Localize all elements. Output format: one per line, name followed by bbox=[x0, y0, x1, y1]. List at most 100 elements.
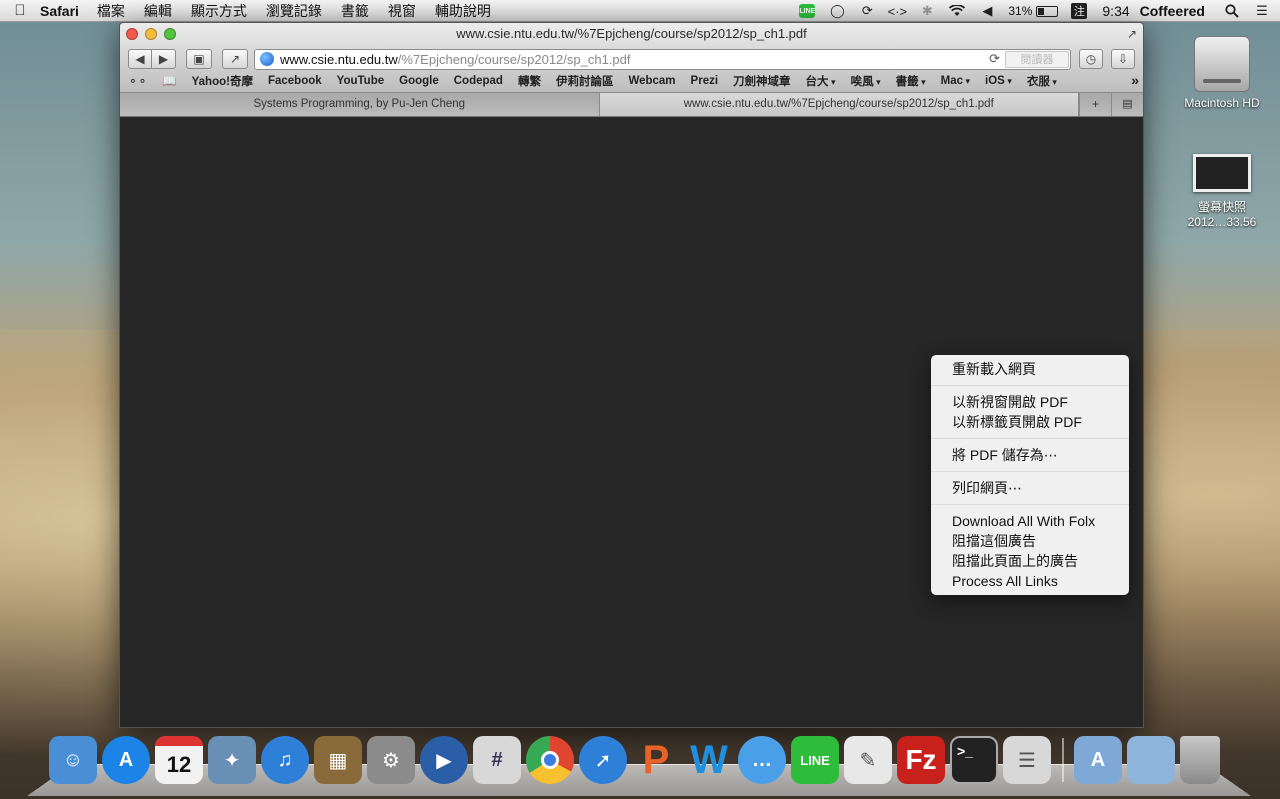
macintosh-hd[interactable]: Macintosh HD bbox=[1176, 36, 1268, 110]
bookmark-item[interactable]: Webcam bbox=[628, 75, 675, 87]
bookmark-item[interactable]: Prezi bbox=[691, 75, 719, 87]
battery-icon bbox=[1036, 5, 1059, 17]
notes-icon[interactable]: ☰ bbox=[1003, 736, 1051, 784]
bookmark-item[interactable]: Codepad bbox=[454, 75, 503, 87]
bookmark-folder[interactable]: iOS bbox=[985, 75, 1012, 87]
bookmark-item[interactable]: Google bbox=[399, 75, 439, 87]
share-button[interactable]: ↗ bbox=[222, 49, 248, 69]
new-tab-button[interactable]: + bbox=[1079, 93, 1111, 116]
menu-separator bbox=[931, 471, 1129, 472]
user-menu[interactable]: Coffeered bbox=[1140, 3, 1205, 19]
documents-folder-icon[interactable] bbox=[1127, 736, 1175, 784]
macintosh-hd-label: Macintosh HD bbox=[1184, 96, 1260, 110]
menu-block-ads-on-page[interactable]: 阻擋此頁面上的廣告 bbox=[931, 551, 1129, 571]
bookmark-folder[interactable]: Mac bbox=[941, 75, 970, 87]
desktop-screenshot-file[interactable]: 螢幕快照 2012…33.56 bbox=[1176, 154, 1268, 229]
bookmark-folder[interactable]: 唉風 bbox=[851, 73, 881, 89]
calendar-icon[interactable]: 12 bbox=[155, 736, 203, 784]
spotlight-search-icon[interactable] bbox=[1224, 3, 1240, 19]
reading-list-icon[interactable]: ⚬⚬ bbox=[128, 74, 147, 88]
messages-icon[interactable]: … bbox=[738, 736, 786, 784]
itunes-icon[interactable]: ♫ bbox=[261, 736, 309, 784]
safari-icon[interactable]: ➚ bbox=[579, 736, 627, 784]
tab-list-button[interactable]: ▤ bbox=[1111, 93, 1143, 116]
menu-view[interactable]: 顯示方式 bbox=[191, 1, 247, 21]
finder-icon[interactable]: ☺ bbox=[49, 736, 97, 784]
chrome-icon[interactable] bbox=[526, 736, 574, 784]
powerpoint-icon[interactable]: P bbox=[632, 736, 680, 784]
bookmark-item[interactable]: 伊莉討論區 bbox=[556, 73, 614, 89]
bookmark-item[interactable]: 轉繁 bbox=[518, 73, 541, 89]
system-preferences-icon[interactable]: ⚙ bbox=[367, 736, 415, 784]
bookmark-folder[interactable]: 書籤 bbox=[896, 73, 926, 89]
back-forward-group: ◀ ▶ bbox=[128, 49, 176, 69]
reader-button[interactable]: 閱讀器 bbox=[1005, 50, 1069, 68]
input-method-icon[interactable]: 注 bbox=[1071, 3, 1088, 19]
bookmark-item[interactable]: YouTube bbox=[337, 75, 384, 87]
word-icon[interactable]: W bbox=[685, 736, 733, 784]
downloads-button[interactable]: ⇩ bbox=[1111, 49, 1135, 69]
app-store-icon[interactable]: A bbox=[102, 736, 150, 784]
menu-window[interactable]: 視窗 bbox=[388, 1, 416, 21]
menu-history[interactable]: 瀏覽記錄 bbox=[266, 1, 322, 21]
battery-status[interactable]: 31% bbox=[1008, 4, 1059, 18]
url-path: /%7Epjcheng/course/sp2012/sp_ch1.pdf bbox=[397, 51, 631, 67]
bookmarks-book-icon[interactable]: 📖 bbox=[162, 74, 176, 88]
menu-download-all-folx[interactable]: Download All With Folx bbox=[931, 511, 1129, 531]
preview-icon[interactable]: ✦ bbox=[208, 736, 256, 784]
menu-process-all-links[interactable]: Process All Links bbox=[931, 571, 1129, 591]
bookmark-item[interactable]: Facebook bbox=[268, 75, 322, 87]
menu-open-pdf-new-tab[interactable]: 以新標籤頁開啟 PDF bbox=[931, 412, 1129, 432]
menu-print-page[interactable]: 列印網頁⋯ bbox=[931, 478, 1129, 498]
tab-pdf[interactable]: www.csie.ntu.edu.tw/%7Epjcheng/course/sp… bbox=[599, 93, 1079, 116]
forward-button[interactable]: ▶ bbox=[152, 49, 176, 69]
app-menu[interactable]: Safari bbox=[40, 3, 79, 19]
quicktime-icon[interactable]: ▶ bbox=[420, 736, 468, 784]
volume-icon[interactable]: ◀ bbox=[979, 3, 995, 19]
menu-block-this-ad[interactable]: 阻擋這個廣告 bbox=[931, 531, 1129, 551]
back-button[interactable]: ◀ bbox=[128, 49, 152, 69]
filezilla-icon[interactable]: Fz bbox=[897, 736, 945, 784]
bluetooth-icon[interactable]: ✱ bbox=[919, 3, 935, 19]
tab-systems-programming[interactable]: Systems Programming, by Pu-Jen Cheng bbox=[120, 93, 600, 116]
menu-clock[interactable]: 9:34 bbox=[1102, 3, 1129, 19]
menu-reload-page[interactable]: 重新載入網頁 bbox=[931, 359, 1129, 379]
history-button[interactable]: ◷ bbox=[1079, 49, 1103, 69]
iphoto-icon[interactable]: ▦ bbox=[314, 736, 362, 784]
reload-icon[interactable]: ⟳ bbox=[989, 51, 1000, 67]
notification-center-icon[interactable]: ☰ bbox=[1254, 3, 1270, 19]
bookmark-folder[interactable]: 台大 bbox=[806, 73, 836, 89]
screenshot-label-2: 2012…33.56 bbox=[1187, 215, 1257, 229]
menu-help[interactable]: 輔助說明 bbox=[435, 1, 491, 21]
terminal-icon[interactable]: >_ bbox=[950, 736, 998, 784]
textedit-icon[interactable]: ✎ bbox=[844, 736, 892, 784]
wifi-icon[interactable] bbox=[949, 3, 966, 19]
code-arrows-icon[interactable]: <·> bbox=[888, 3, 908, 19]
menu-bar:  Safari 檔案 編輯 顯示方式 瀏覽記錄 書籤 視窗 輔助說明 LINE… bbox=[0, 0, 1280, 22]
apple-menu-icon[interactable]:  bbox=[0, 2, 40, 19]
menu-edit[interactable]: 編輯 bbox=[144, 1, 172, 21]
menu-bookmarks[interactable]: 書籤 bbox=[341, 1, 369, 21]
chat-bubble-icon[interactable]: ◯ bbox=[829, 3, 845, 19]
bookmark-item[interactable]: Yahoo!奇摩 bbox=[192, 73, 253, 89]
bookmark-item[interactable]: 刀劍神域章 bbox=[733, 73, 791, 89]
bookmark-folder[interactable]: 衣服 bbox=[1027, 73, 1057, 89]
fullscreen-icon[interactable]: ↗ bbox=[1127, 27, 1137, 41]
dock-separator bbox=[1062, 738, 1064, 782]
site-globe-icon bbox=[260, 52, 274, 66]
bookmarks-overflow-icon[interactable]: » bbox=[1131, 72, 1139, 88]
applications-folder-icon[interactable]: A bbox=[1074, 736, 1122, 784]
menu-open-pdf-new-window[interactable]: 以新視窗開啟 PDF bbox=[931, 392, 1129, 412]
address-bar[interactable]: www.csie.ntu.edu.tw/%7Epjcheng/course/sp… bbox=[254, 48, 1071, 70]
line-status-icon[interactable]: LINE bbox=[799, 3, 816, 19]
hashtag-app-icon[interactable]: # bbox=[473, 736, 521, 784]
dock-icons: ☺ A 12 ✦ ♫ ▦ ⚙ ▶ # ➚ P W … LINE ✎ Fz >_ … bbox=[49, 736, 1225, 784]
sync-icon[interactable]: ⟳ bbox=[859, 3, 875, 19]
trash-icon[interactable] bbox=[1180, 736, 1220, 784]
line-icon[interactable]: LINE bbox=[791, 736, 839, 784]
hard-drive-icon bbox=[1194, 36, 1250, 92]
menu-file[interactable]: 檔案 bbox=[97, 1, 125, 21]
dock: ☺ A 12 ✦ ♫ ▦ ⚙ ▶ # ➚ P W … LINE ✎ Fz >_ … bbox=[27, 736, 1251, 796]
menu-save-pdf-as[interactable]: 將 PDF 儲存為⋯ bbox=[931, 445, 1129, 465]
top-sites-button[interactable]: ▣ bbox=[186, 49, 212, 69]
